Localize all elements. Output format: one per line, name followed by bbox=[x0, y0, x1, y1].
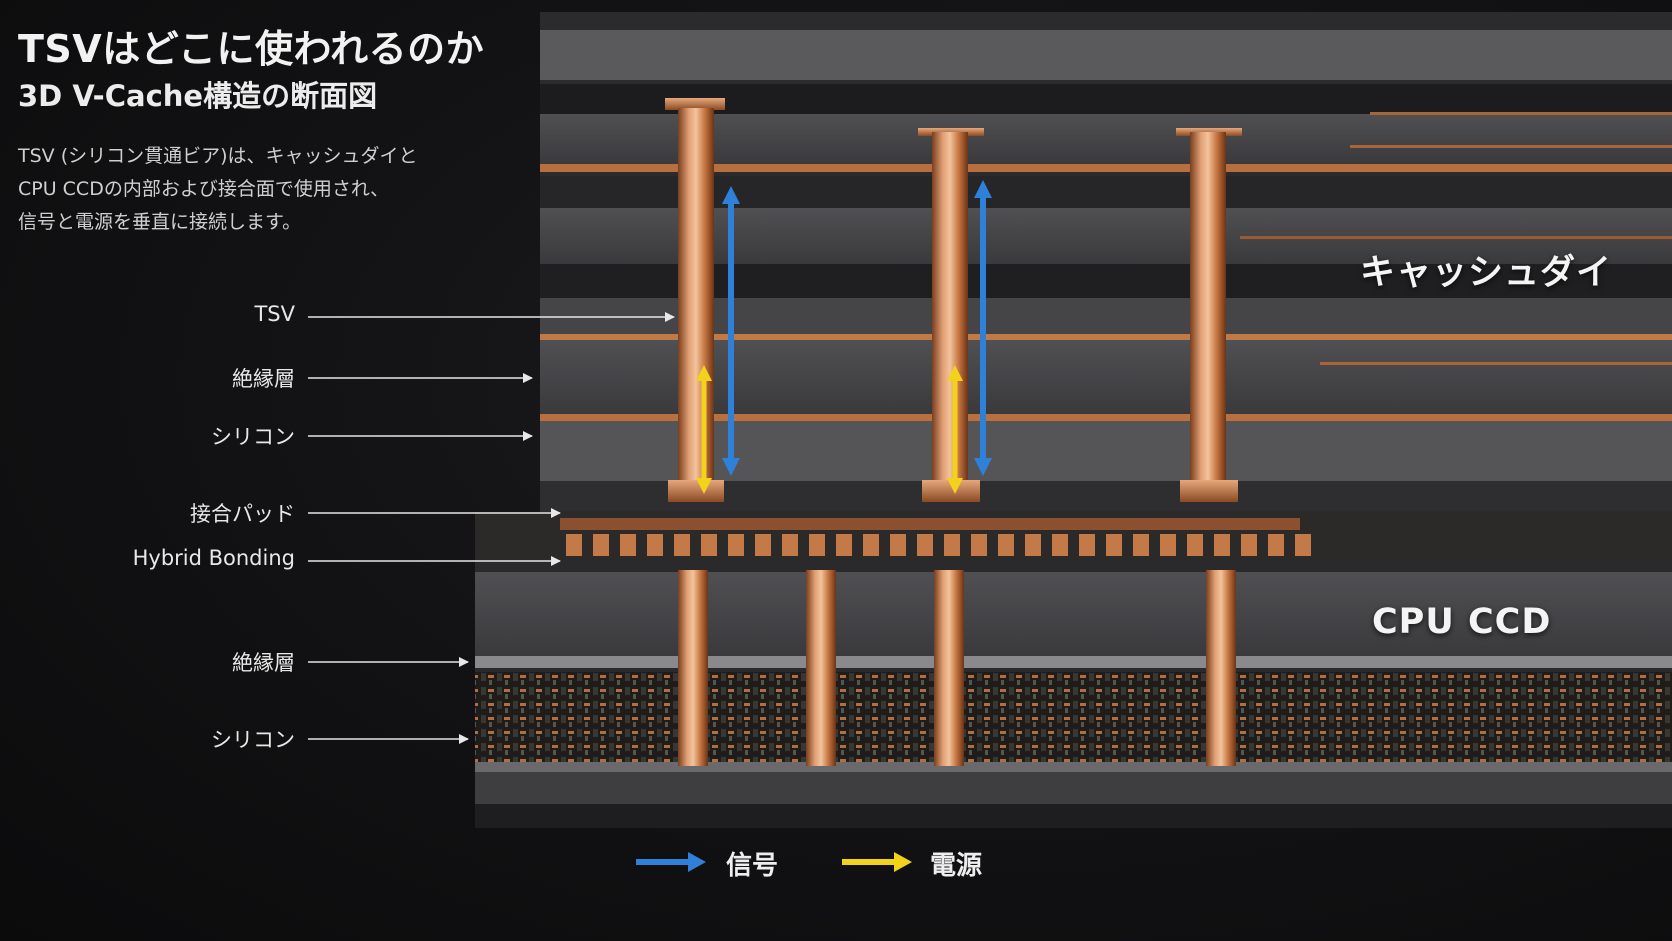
bonding-pad bbox=[1214, 534, 1230, 556]
legend-signal-label: 信号 bbox=[726, 851, 779, 881]
bonding-pad bbox=[998, 534, 1014, 556]
bonding-pad bbox=[809, 534, 825, 556]
bonding-layer bbox=[475, 512, 1672, 562]
bonding-pad bbox=[1295, 534, 1311, 556]
bonding-pad bbox=[755, 534, 771, 556]
label-insulation-bottom: 絶縁層 bbox=[232, 651, 295, 675]
bonding-pad bbox=[1025, 534, 1041, 556]
bonding-pad bbox=[1133, 534, 1149, 556]
bonding-pad bbox=[728, 534, 744, 556]
bonding-pad bbox=[836, 534, 852, 556]
bonding-pad bbox=[1160, 534, 1176, 556]
legend-power-label: 電源 bbox=[930, 851, 983, 881]
bonding-pad bbox=[971, 534, 987, 556]
label-insulation-top: 絶縁層 bbox=[232, 367, 295, 391]
bonding-pad bbox=[782, 534, 798, 556]
bonding-pad bbox=[890, 534, 906, 556]
bonding-pad bbox=[593, 534, 609, 556]
signal-arrow-icon bbox=[688, 852, 706, 872]
cross-section-diagram bbox=[308, 12, 1672, 872]
bonding-pad bbox=[863, 534, 879, 556]
bonding-pad bbox=[917, 534, 933, 556]
bonding-pad bbox=[674, 534, 690, 556]
label-bonding-pad: 接合パッド bbox=[190, 502, 295, 526]
bonding-pad bbox=[1052, 534, 1068, 556]
label-silicon-bottom: シリコン bbox=[211, 728, 295, 752]
bonding-pad bbox=[1241, 534, 1257, 556]
power-arrow-icon bbox=[894, 852, 912, 872]
cache-die-label: キャッシュダイ bbox=[1360, 253, 1613, 293]
bonding-pad bbox=[620, 534, 636, 556]
bonding-pad bbox=[701, 534, 717, 556]
bonding-pad bbox=[944, 534, 960, 556]
cpu-ccd-label: CPU CCD bbox=[1372, 602, 1552, 642]
bonding-pad bbox=[566, 534, 582, 556]
label-tsv: TSV bbox=[254, 302, 295, 326]
bonding-pad bbox=[1187, 534, 1203, 556]
label-silicon-top: シリコン bbox=[211, 425, 295, 449]
bonding-pad bbox=[1268, 534, 1284, 556]
bonding-pad bbox=[1079, 534, 1095, 556]
bonding-pad bbox=[1106, 534, 1122, 556]
label-hybrid-bonding: Hybrid Bonding bbox=[132, 546, 295, 570]
bonding-pad bbox=[647, 534, 663, 556]
